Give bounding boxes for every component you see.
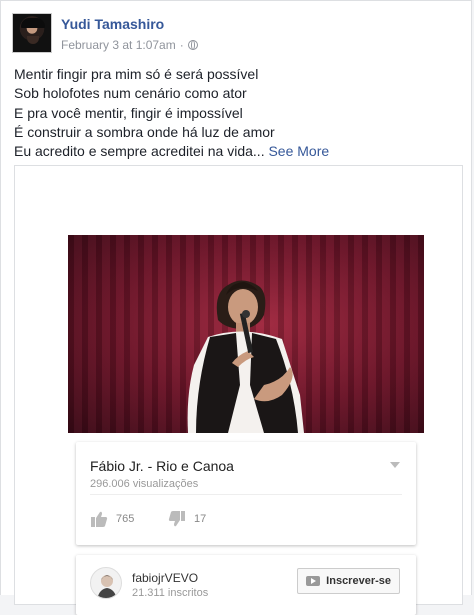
see-more-link[interactable]: See More (265, 143, 329, 159)
post-meta: February 3 at 1:07am · (61, 38, 198, 52)
video-thumbnail[interactable] (68, 235, 424, 433)
video-title[interactable]: Fábio Jr. - Rio e Canoa (90, 458, 234, 474)
avatar-hat (21, 18, 45, 28)
dislike-button[interactable]: 17 (168, 510, 206, 528)
facebook-post: Yudi Tamashiro February 3 at 1:07am · Me… (0, 0, 472, 615)
channel-card: fabiojrVEVO 21.311 inscritos Inscrever-s… (76, 555, 416, 615)
post-text-last: Eu acredito e sempre acreditei na vida..… (14, 143, 265, 160)
card-divider (90, 494, 402, 495)
globe-icon[interactable] (187, 40, 198, 50)
channel-name[interactable]: fabiojrVEVO (132, 571, 198, 585)
meta-separator: · (179, 38, 184, 52)
channel-avatar[interactable] (90, 567, 122, 599)
channel-avatar-image (97, 575, 117, 598)
post-text-line: Sob holofotes num cenário como ator (14, 85, 247, 102)
post-text-line: Eu acredito e sempre acreditei na vida..… (14, 142, 464, 161)
thumbs-down-icon (168, 511, 185, 527)
shared-video-attachment: Fábio Jr. - Rio e Canoa 296.006 visualiz… (14, 165, 463, 615)
post-text: Mentir fingir pra mim só é será possível… (14, 65, 464, 161)
thumbs-up-icon (91, 511, 108, 527)
video-views: 296.006 visualizações (90, 478, 199, 490)
channel-subscribers: 21.311 inscritos (132, 587, 209, 599)
singer-image (187, 280, 304, 433)
subscribe-label: Inscrever-se (326, 575, 391, 587)
youtube-icon (306, 576, 321, 586)
author-name[interactable]: Yudi Tamashiro (61, 16, 164, 32)
post-text-line: E pra você mentir, fingir é impossível (14, 104, 243, 121)
post-text-line: É construir a sombra onde há luz de amor (14, 123, 275, 140)
avatar-beard (27, 36, 39, 44)
like-button[interactable]: 765 (90, 510, 134, 528)
dislike-count: 17 (194, 513, 207, 525)
author-avatar[interactable] (12, 13, 52, 53)
subscribe-button[interactable]: Inscrever-se (297, 568, 400, 594)
post-text-line: Mentir fingir pra mim só é será possível (14, 66, 259, 82)
post-timestamp[interactable]: February 3 at 1:07am (61, 38, 176, 52)
like-count: 765 (116, 513, 135, 525)
video-info-card: Fábio Jr. - Rio e Canoa 296.006 visualiz… (76, 442, 416, 545)
chevron-down-icon[interactable] (390, 462, 400, 468)
